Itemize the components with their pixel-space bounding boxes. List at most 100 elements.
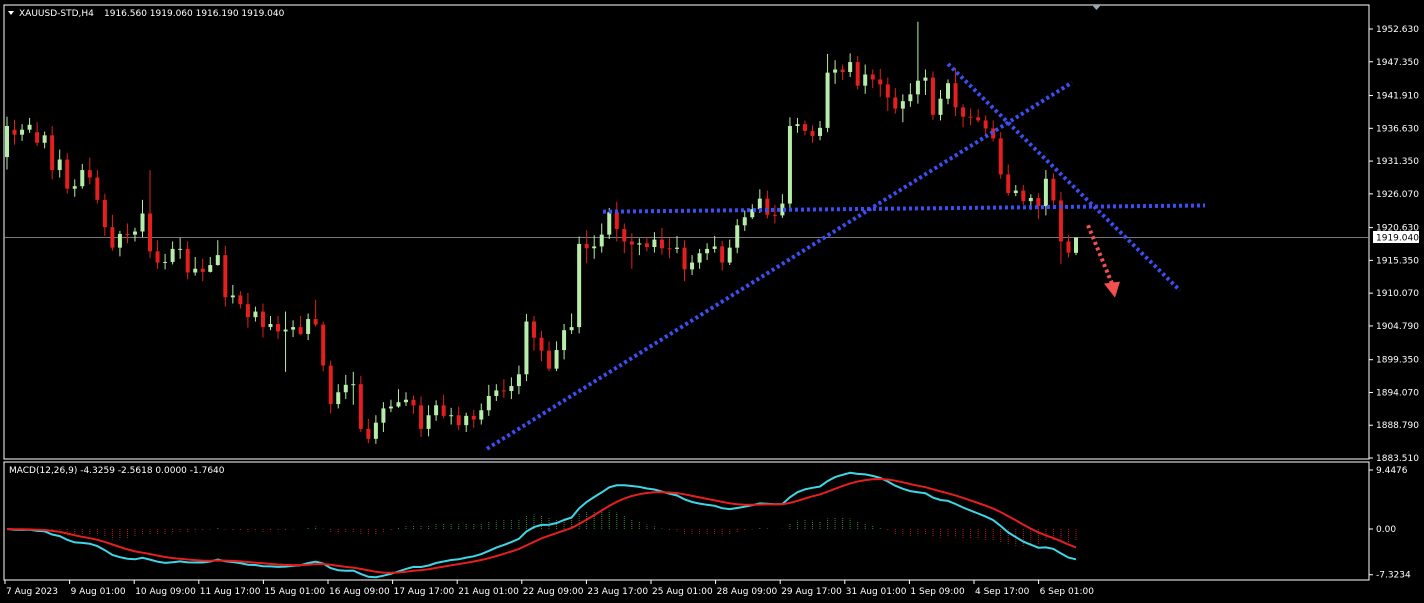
candle: [531, 315, 536, 351]
candle-body: [735, 225, 740, 248]
candle: [667, 237, 672, 259]
candle: [780, 194, 785, 218]
candle: [57, 149, 62, 178]
candle: [614, 201, 619, 242]
candle: [622, 223, 627, 254]
candle-body: [253, 311, 258, 318]
candle-body: [80, 170, 85, 187]
candle: [441, 394, 446, 419]
candle-body: [245, 304, 250, 318]
candle-body: [388, 406, 393, 409]
candle: [20, 124, 25, 141]
candle-body: [57, 159, 62, 171]
candle-body: [306, 319, 311, 334]
candle: [1066, 235, 1071, 258]
candle: [276, 315, 281, 339]
candle-body: [584, 243, 589, 249]
time-axis-label: 10 Aug 09:00: [135, 587, 196, 597]
candle-body: [419, 405, 424, 429]
candle-body: [682, 247, 687, 270]
time-axis-label: 25 Aug 01:00: [652, 587, 713, 597]
candle-body: [381, 408, 386, 423]
macd-lines-layer: [6, 471, 1077, 579]
candle: [659, 227, 664, 255]
candle-body: [366, 428, 371, 439]
price-axis-label: 1931.350: [1376, 157, 1419, 167]
candle: [50, 126, 55, 180]
candle: [200, 258, 205, 282]
main-pane-frame: [3, 4, 1370, 460]
candle: [1058, 191, 1063, 264]
candle-body: [208, 265, 213, 272]
candle-body: [351, 384, 356, 386]
candle: [825, 54, 830, 133]
candle-body: [434, 405, 439, 416]
candle: [479, 403, 484, 425]
candle: [787, 117, 792, 209]
candle-body: [569, 327, 574, 331]
candle-body: [456, 415, 461, 426]
downtrend-line[interactable]: [946, 62, 1182, 292]
candle: [802, 120, 807, 136]
candle: [592, 235, 597, 259]
trading-chart[interactable]: 1952.630 1947.350 1941.910 1936.630 1931.350…: [0, 0, 1424, 603]
candle-body: [50, 135, 55, 171]
scroll-shift-marker-icon[interactable]: [1092, 5, 1101, 10]
candle-body: [675, 247, 680, 249]
candle-body: [87, 170, 92, 178]
candle-body: [622, 229, 627, 242]
candle-body: [727, 247, 732, 263]
candle-body: [554, 350, 559, 369]
price-axis-label: 1952.630: [1376, 25, 1419, 35]
candle: [125, 223, 130, 244]
candle-body: [562, 330, 567, 351]
candle: [185, 241, 190, 280]
candle: [833, 60, 838, 84]
candle: [471, 409, 476, 428]
candle-body: [441, 405, 446, 416]
candle-body: [260, 311, 265, 328]
resistance-horizontal-line[interactable]: [602, 203, 1206, 214]
candle-body: [343, 384, 348, 393]
time-axis-label: 23 Aug 17:00: [587, 587, 648, 597]
candle: [577, 236, 582, 334]
candle-body: [12, 129, 17, 135]
candle: [840, 64, 845, 81]
candle: [675, 235, 680, 254]
candle-body: [110, 227, 115, 248]
candle: [419, 396, 424, 437]
candle-body: [953, 83, 958, 108]
time-axis-label: 15 Aug 01:00: [264, 587, 325, 597]
candle-body: [900, 101, 905, 109]
candle-body: [878, 79, 883, 85]
candle-body: [1051, 178, 1056, 201]
candle: [27, 117, 32, 133]
candle-body: [946, 83, 951, 99]
support-trendline[interactable]: [485, 80, 1074, 451]
time-axis-label: 17 Aug 17:00: [394, 587, 455, 597]
price-axis-label: 1904.790: [1376, 322, 1419, 332]
candle-body: [592, 246, 597, 249]
candle-body: [923, 77, 928, 81]
candle: [351, 371, 356, 405]
chart-menu-triangle-icon[interactable]: [8, 11, 14, 15]
macd-histogram-layer: [14, 510, 1077, 547]
candle: [486, 384, 491, 416]
candle: [117, 230, 122, 257]
candle: [102, 193, 107, 236]
candle-body: [885, 84, 890, 98]
candle-body: [644, 243, 649, 248]
candles-layer: [5, 21, 1078, 444]
candle-body: [787, 126, 792, 204]
bearish-arrow[interactable]: [1086, 224, 1114, 285]
candle-body: [599, 234, 604, 247]
candle: [720, 240, 725, 271]
candle: [132, 227, 137, 242]
time-axis-label: 22 Aug 09:00: [523, 587, 584, 597]
candle-body: [396, 402, 401, 407]
time-axis-label: 31 Aug 01:00: [846, 587, 907, 597]
macd-indicator-label: MACD(12,26,9) -4.3259 -2.5618 0.0000 -1.…: [9, 466, 225, 476]
candle-body: [27, 124, 32, 130]
candle: [644, 237, 649, 252]
candle-body: [336, 392, 341, 405]
